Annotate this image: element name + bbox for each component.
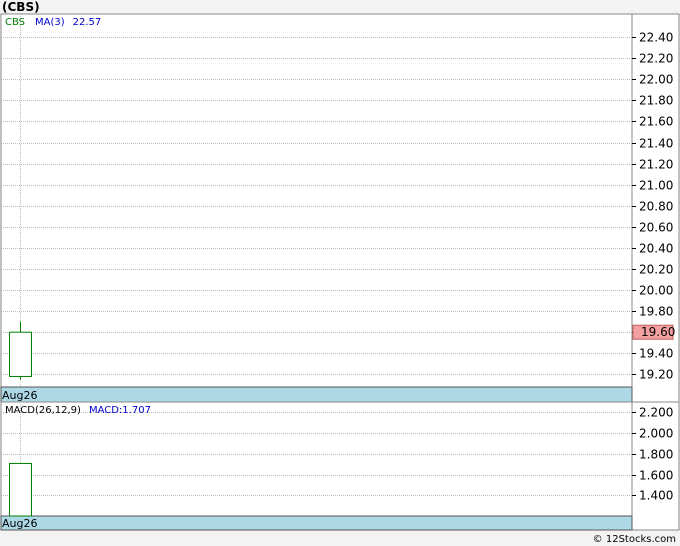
date-band <box>0 386 633 403</box>
last-price-label: 19.60 <box>641 325 675 339</box>
y-tick-label: 20.00 <box>639 284 673 298</box>
macd-bar <box>9 462 32 517</box>
y-tick-label: 21.00 <box>639 179 673 193</box>
y-tick-label: 20.60 <box>639 221 673 235</box>
y-tick-label: 21.20 <box>639 158 673 172</box>
plot-area <box>0 13 633 388</box>
date-band <box>0 515 633 531</box>
y-tick-label: 20.20 <box>639 263 673 277</box>
candle-body <box>9 331 32 377</box>
copyright-text: © 12Stocks.com <box>592 534 676 545</box>
y-tick-label: 22.20 <box>639 52 673 66</box>
y-tick-label: 2.000 <box>639 427 673 441</box>
chart-figure: (CBS) 19.20 19.40 19.60 19.80 20.00 20.20 20.4… <box>0 0 680 531</box>
y-tick-label: 19.80 <box>639 305 673 319</box>
macd-panel: 1.400 1.600 1.800 2.000 2.200 Aug26 MACD(26,12… <box>0 401 680 531</box>
y-tick-label: 1.800 <box>639 448 673 462</box>
chart-title: (CBS) <box>2 0 40 14</box>
y-tick-label: 20.40 <box>639 242 673 256</box>
legend-macd-value: MACD:1.707 <box>89 405 151 416</box>
y-tick-label: 21.80 <box>639 94 673 108</box>
y-tick-label: 21.40 <box>639 137 673 151</box>
x-tick-label: Aug26 <box>2 389 37 402</box>
y-tick-label: 21.60 <box>639 115 673 129</box>
y-tick-label: 20.80 <box>639 200 673 214</box>
y-tick-label: 22.40 <box>639 31 673 45</box>
y-tick-label: 1.600 <box>639 469 673 483</box>
y-axis-area <box>631 401 680 531</box>
y-tick-label: 19.40 <box>639 347 673 361</box>
y-tick-label: 22.00 <box>639 73 673 87</box>
legend-ma-value: 22.57 <box>73 17 102 28</box>
y-tick-label: 19.20 <box>639 368 673 382</box>
x-tick-label: Aug26 <box>2 517 37 530</box>
price-panel: 19.20 19.40 19.60 19.80 20.00 20.20 20.40 20.60… <box>0 13 680 403</box>
plot-area <box>0 401 633 517</box>
legend: CBS MA(3) 22.57 <box>5 17 101 28</box>
legend-ticker: CBS <box>5 17 25 28</box>
legend: MACD(26,12,9) MACD:1.707 <box>5 405 151 416</box>
legend-macd-params: MACD(26,12,9) <box>5 405 81 416</box>
y-tick-label: 1.400 <box>639 489 673 503</box>
legend-ma: MA(3) <box>35 17 65 28</box>
y-tick-label: 2.200 <box>639 406 673 420</box>
